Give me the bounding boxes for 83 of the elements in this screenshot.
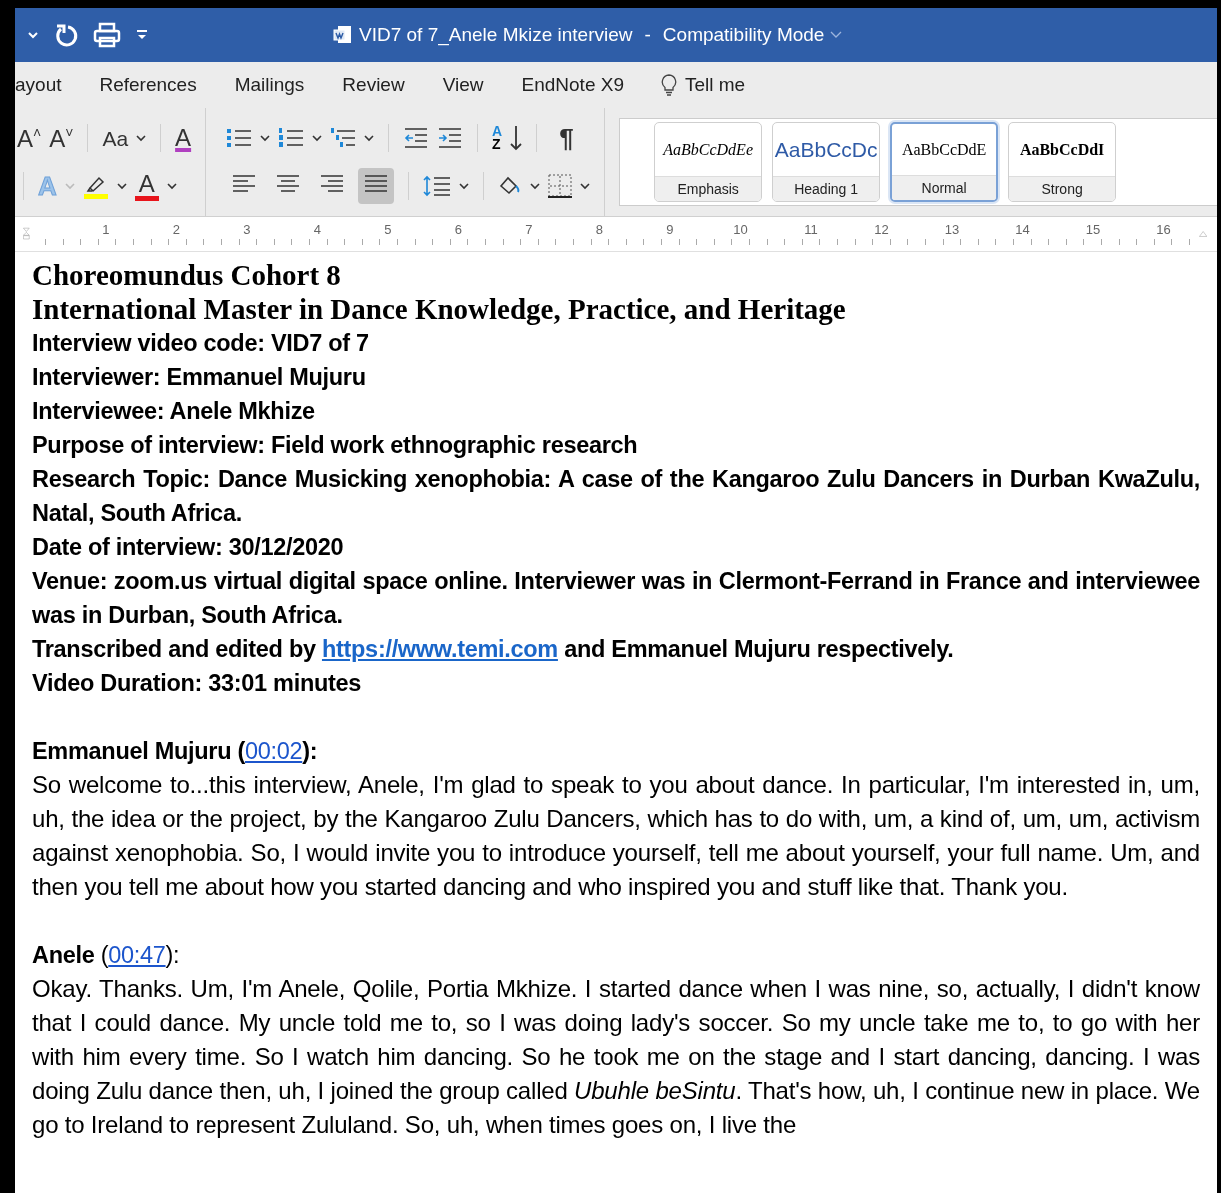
caret-icon[interactable] [136, 134, 147, 142]
customize-icon[interactable] [135, 28, 149, 42]
header-line: Research Topic: Dance Musicking xenophobia: A case of the Kangaroo Zulu Dancers in Durban KwaZulu, Natal, South Africa. [32, 465, 1200, 528]
header-line: International Master in Dance Knowledge, Practice, and Heritage [32, 292, 847, 326]
pilcrow-button[interactable]: ¶ [551, 125, 582, 151]
multilevel-list-icon[interactable] [330, 127, 357, 149]
chevron-down-icon[interactable] [830, 31, 843, 39]
header-line: Transcribed and edited by https://www.temi.com and Emmanuel Mujuru respectively. [32, 635, 955, 664]
ribbon-tab[interactable]: Review [323, 74, 424, 96]
compatibility-mode-label: Compatibility Mode [662, 24, 825, 46]
header-line: Date of interview: 30/12/2020 [32, 533, 345, 562]
borders-icon[interactable] [548, 174, 573, 198]
ruler-number: 10 [732, 221, 749, 237]
document-icon [333, 25, 353, 45]
alignment-button[interactable] [358, 168, 395, 204]
ruler-number: 14 [1014, 221, 1031, 237]
transcript-paragraph: Okay. Thanks. Um, I'm Anele, Qolile, Portia Mkhize. I started dance when I was nine, so, actually, I didn't know that I could dance. My uncle told me to, so I was doing lady's soccer. So my uncle take me to, to go with her with him every time. So I watch him dancing. So he took me on the stage and I start dancing, dancing. I was doing Zulu dance then, uh, I joined the group called Ubuhle beSintu. That's how, uh, I continue new in place. We go to Ireland to represent Zululand. So, uh, when times goes on, I live the [32, 974, 1200, 1140]
ruler-number: 6 [453, 221, 464, 237]
shrink-font-button[interactable]: A$^{˅}$ [49, 125, 74, 151]
ribbon-tab[interactable]: View [423, 74, 503, 96]
ruler-number: 2 [171, 221, 182, 237]
ruler-number: 9 [665, 221, 675, 237]
ribbon-tab[interactable]: Mailings [215, 74, 324, 96]
caret-icon[interactable] [312, 134, 323, 142]
speaker-label: Emmanuel Mujuru (00:02): [32, 737, 319, 766]
undo-icon[interactable] [53, 22, 79, 48]
transcript-paragraph: So welcome to...this interview, Anele, I'm glad to speak to you about dance. In particular, I'm interested in, um, uh, the idea or the project, by the Kangaroo Zulu Dancers, which has to do with, um, a kind of, um, um, activism against xenophobia. So, I would invite you to introduce yourself, tell me about yourself, your full name. Um, and then you tell me about how you started dancing and who inspired you and stuff like that. Thank you. [32, 770, 1200, 902]
caret-icon[interactable] [166, 182, 177, 190]
ruler-number: 7 [524, 221, 534, 237]
bullet-list-icon[interactable] [226, 127, 253, 149]
tell-me-field[interactable]: Tell me [643, 74, 746, 96]
ruler-number: 3 [242, 221, 252, 237]
ribbon-tab[interactable]: EndNote X9 [502, 74, 643, 96]
speaker-label: Anele (00:47): [32, 941, 181, 970]
caret-icon[interactable] [260, 134, 271, 142]
numbered-list-icon[interactable] [278, 127, 305, 149]
title-separator: - [644, 24, 651, 46]
chevron-down-icon[interactable] [27, 30, 39, 40]
style-option[interactable]: AaBbCcDdE Normal [890, 122, 999, 202]
increase-indent-icon[interactable] [437, 127, 464, 149]
caret-icon[interactable] [530, 182, 541, 190]
ruler-number: 12 [873, 221, 890, 237]
align-left-icon [232, 174, 257, 194]
ruler-number: 5 [383, 221, 393, 237]
caret-icon[interactable] [116, 182, 127, 190]
link[interactable]: https://www.temi.com [321, 636, 558, 662]
style-option[interactable]: AaBbCcDdI Strong [1008, 122, 1117, 202]
change-case-button[interactable]: Aa [102, 127, 129, 149]
style-option[interactable]: AaBbCcDc Heading 1 [772, 122, 881, 202]
ribbon-tab[interactable]: References [80, 74, 216, 96]
style-option[interactable]: AaBbCcDdEe Emphasis [654, 122, 763, 202]
header-line: Purpose of interview: Field work ethnographic research [32, 431, 639, 460]
ruler-number: 15 [1084, 221, 1102, 237]
ruler-number: 1 [101, 221, 111, 237]
decrease-indent-icon[interactable] [403, 127, 430, 149]
caret-icon[interactable] [459, 182, 470, 190]
header-line: Video Duration: 33:01 minutes [32, 669, 363, 698]
align-right-icon [320, 174, 345, 194]
print-icon[interactable] [93, 22, 121, 48]
window-title: VID7 of 7_Anele Mkize interview [359, 24, 633, 46]
ruler-number: 4 [312, 221, 323, 237]
ruler-number: 11 [803, 221, 819, 237]
line-spacing-icon[interactable] [423, 175, 452, 197]
align-center-icon [276, 174, 301, 194]
ruler-number: 16 [1155, 221, 1172, 237]
header-line: Interviewer: Emmanuel Mujuru [32, 363, 367, 392]
timestamp-link[interactable]: 00:47 [108, 942, 166, 968]
font-color-button[interactable]: A [134, 171, 159, 201]
header-line: Interview video code: VID7 of 7 [32, 329, 370, 358]
down-arrow-icon [510, 125, 523, 151]
justify-icon [364, 174, 389, 194]
caret-icon[interactable] [580, 182, 591, 190]
lightbulb-icon [661, 74, 677, 96]
caret-icon[interactable] [364, 134, 375, 142]
ruler-number: 8 [594, 221, 605, 237]
ribbon-tab[interactable]: ayout [15, 74, 81, 96]
clear-formatting-button[interactable]: A [175, 126, 192, 150]
header-line: Venue: zoom.us virtual digital space online. Interviewer was in Clermont-Ferrand in France and interviewee was in Durban, South Africa. [32, 567, 1200, 630]
sort-button[interactable]: A Z [492, 125, 503, 151]
grow-font-button[interactable]: A$^{˄}$ [17, 125, 42, 151]
header-line: Choreomundus Cohort 8 [32, 258, 342, 292]
ruler-number: 13 [943, 221, 961, 237]
header-line: Interviewee: Anele Mkhize [32, 397, 316, 426]
